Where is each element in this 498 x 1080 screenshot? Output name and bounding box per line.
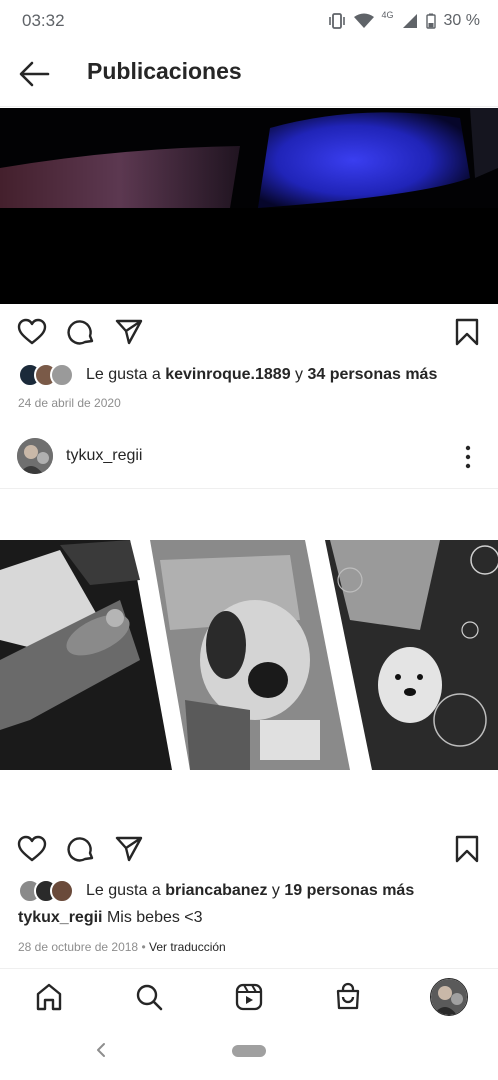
network-type: 4G <box>381 10 394 20</box>
bottom-navigation <box>0 968 498 1025</box>
top-app-bar: Publicaciones <box>0 42 498 107</box>
status-right: 4G 30 % <box>328 10 480 32</box>
avatar[interactable] <box>17 438 53 474</box>
likes-joiner: y <box>295 366 304 383</box>
post-username[interactable]: tykux_regii <box>66 447 142 465</box>
likes-prefix: Le gusta a <box>86 882 161 899</box>
liker-avatars <box>18 363 74 387</box>
avatar-photo <box>17 438 53 474</box>
likes-others[interactable]: 34 personas más <box>308 366 438 384</box>
post-2-date: 28 de octubre de 2018 <box>18 940 139 954</box>
page-title: Publicaciones <box>87 58 242 84</box>
post-caption: tykux_regii Mis bebes <3 <box>18 909 203 927</box>
post-1-date: 24 de abril de 2020 <box>18 396 121 410</box>
profile-avatar[interactable] <box>430 978 468 1016</box>
heart-icon[interactable] <box>17 834 47 864</box>
comment-icon[interactable] <box>66 317 96 347</box>
liker-avatars <box>18 879 74 903</box>
back-arrow-icon[interactable] <box>18 60 50 88</box>
shop-icon[interactable] <box>333 982 363 1012</box>
liker-username[interactable]: briancabanez <box>165 882 267 900</box>
post-image-2[interactable] <box>0 540 498 770</box>
signal-icon <box>402 14 417 28</box>
send-icon[interactable] <box>114 834 144 864</box>
likes-prefix: Le gusta a <box>86 366 161 383</box>
system-back-icon[interactable] <box>95 1042 107 1058</box>
post-image-1[interactable] <box>0 108 498 304</box>
bookmark-icon[interactable] <box>452 834 482 864</box>
avatar <box>50 879 74 903</box>
bookmark-icon[interactable] <box>452 317 482 347</box>
post-2-header: tykux_regii <box>0 432 498 489</box>
post-1-likes[interactable]: Le gusta a kevinroque.1889 y 34 personas… <box>18 362 437 388</box>
post-2-likes[interactable]: Le gusta a briancabanez y 19 personas má… <box>18 878 414 904</box>
heart-icon[interactable] <box>17 317 47 347</box>
vibrate-icon <box>328 13 345 29</box>
battery-icon <box>425 13 436 29</box>
caption-username[interactable]: tykux_regii <box>18 909 102 926</box>
search-icon[interactable] <box>134 982 164 1012</box>
see-translation-link[interactable]: Ver traducción <box>149 940 226 954</box>
home-icon[interactable] <box>34 982 64 1012</box>
wifi-icon <box>353 13 374 28</box>
dark-photo <box>0 108 498 304</box>
caption-text: Mis bebes <3 <box>106 909 203 926</box>
home-gesture-pill[interactable] <box>232 1045 266 1057</box>
likes-others[interactable]: 19 personas más <box>284 882 414 900</box>
likes-joiner: y <box>271 882 280 899</box>
battery-level: 30 % <box>443 12 480 29</box>
status-bar: 03:32 4G 30 % <box>0 0 498 42</box>
profile-avatar-photo <box>431 979 467 1015</box>
dog-collage-photo <box>0 540 498 770</box>
post-1-actions <box>0 305 498 357</box>
post-2-date-row: 28 de octubre de 2018 • Ver traducción <box>18 940 226 954</box>
separator: • <box>141 940 146 954</box>
more-vertical-icon[interactable] <box>460 444 476 470</box>
send-icon[interactable] <box>114 317 144 347</box>
avatar <box>50 363 74 387</box>
reels-icon[interactable] <box>234 982 264 1012</box>
system-navigation-bar <box>0 1024 498 1080</box>
comment-icon[interactable] <box>66 834 96 864</box>
post-2-actions <box>0 822 498 874</box>
status-time: 03:32 <box>22 11 65 30</box>
liker-username[interactable]: kevinroque.1889 <box>165 366 290 384</box>
